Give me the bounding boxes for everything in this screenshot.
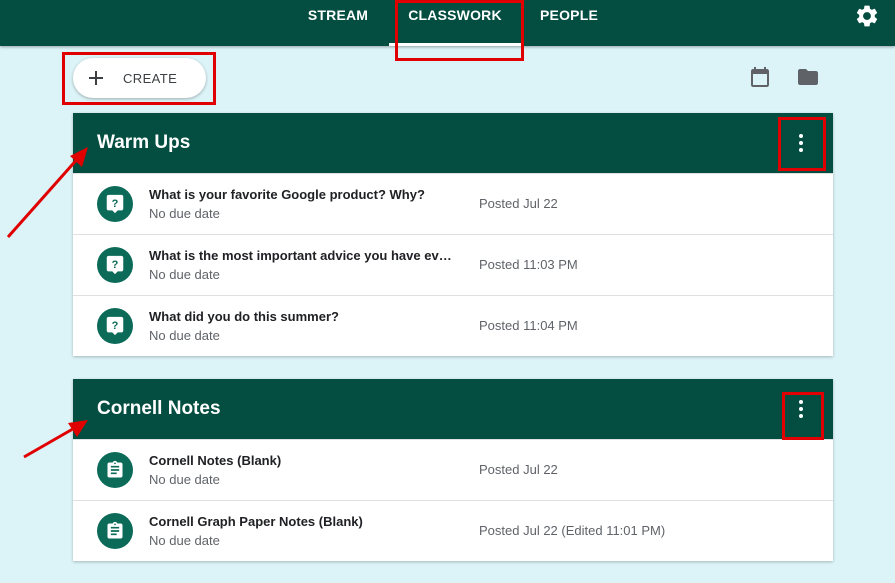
topic-title: Cornell Notes bbox=[97, 398, 221, 419]
item-posted-date: Posted 11:04 PM bbox=[479, 318, 578, 333]
create-button[interactable]: CREATE bbox=[73, 58, 206, 98]
list-item[interactable]: Cornell Graph Paper Notes (Blank) No due… bbox=[73, 500, 833, 561]
question-icon: ? bbox=[97, 186, 133, 222]
list-item[interactable]: ? What is the most important advice you … bbox=[73, 234, 833, 295]
item-title: What is your favorite Google product? Wh… bbox=[149, 187, 425, 202]
item-posted-date: Posted Jul 22 bbox=[479, 196, 558, 211]
more-options-icon[interactable] bbox=[789, 131, 813, 155]
item-due-date: No due date bbox=[149, 472, 220, 487]
create-button-label: CREATE bbox=[123, 70, 178, 86]
item-posted-date: Posted Jul 22 (Edited 11:01 PM) bbox=[479, 523, 666, 538]
svg-text:?: ? bbox=[112, 259, 119, 271]
topic-title: Warm Ups bbox=[97, 132, 191, 153]
item-title: Cornell Graph Paper Notes (Blank) bbox=[149, 514, 363, 529]
tab-people[interactable]: PEOPLE bbox=[530, 0, 608, 46]
item-due-date: No due date bbox=[149, 533, 220, 548]
folder-icon[interactable] bbox=[796, 65, 820, 89]
item-title: What did you do this summer? bbox=[149, 309, 339, 324]
list-item[interactable]: ? What did you do this summer? No due da… bbox=[73, 295, 833, 356]
item-title: What is the most important advice you ha… bbox=[149, 248, 454, 263]
assignment-icon bbox=[97, 452, 133, 488]
plus-icon bbox=[89, 71, 103, 85]
topic-card-warm-ups: Warm Ups ? What is your favorite Google … bbox=[73, 113, 833, 356]
item-posted-date: Posted 11:03 PM bbox=[479, 257, 578, 272]
topic-card-cornell-notes: Cornell Notes Cornell Notes (Blank) No d… bbox=[73, 379, 833, 561]
question-icon: ? bbox=[97, 247, 133, 283]
svg-text:?: ? bbox=[112, 320, 119, 332]
list-item[interactable]: Cornell Notes (Blank) No due date Posted… bbox=[73, 439, 833, 500]
tab-classwork[interactable]: CLASSWORK bbox=[389, 0, 521, 46]
gear-icon[interactable] bbox=[854, 3, 880, 29]
assignment-icon bbox=[97, 513, 133, 549]
topic-header: Warm Ups bbox=[73, 113, 833, 173]
list-item[interactable]: ? What is your favorite Google product? … bbox=[73, 173, 833, 234]
item-due-date: No due date bbox=[149, 267, 220, 282]
svg-text:?: ? bbox=[112, 198, 119, 210]
top-app-bar: STREAM CLASSWORK PEOPLE bbox=[0, 0, 895, 46]
calendar-icon[interactable] bbox=[748, 65, 772, 89]
item-due-date: No due date bbox=[149, 328, 220, 343]
active-tab-indicator bbox=[389, 43, 521, 46]
tab-stream[interactable]: STREAM bbox=[300, 0, 376, 46]
item-posted-date: Posted Jul 22 bbox=[479, 462, 558, 477]
more-options-icon[interactable] bbox=[789, 397, 813, 421]
question-icon: ? bbox=[97, 308, 133, 344]
item-title: Cornell Notes (Blank) bbox=[149, 453, 282, 468]
item-due-date: No due date bbox=[149, 206, 220, 221]
topic-header: Cornell Notes bbox=[73, 379, 833, 439]
